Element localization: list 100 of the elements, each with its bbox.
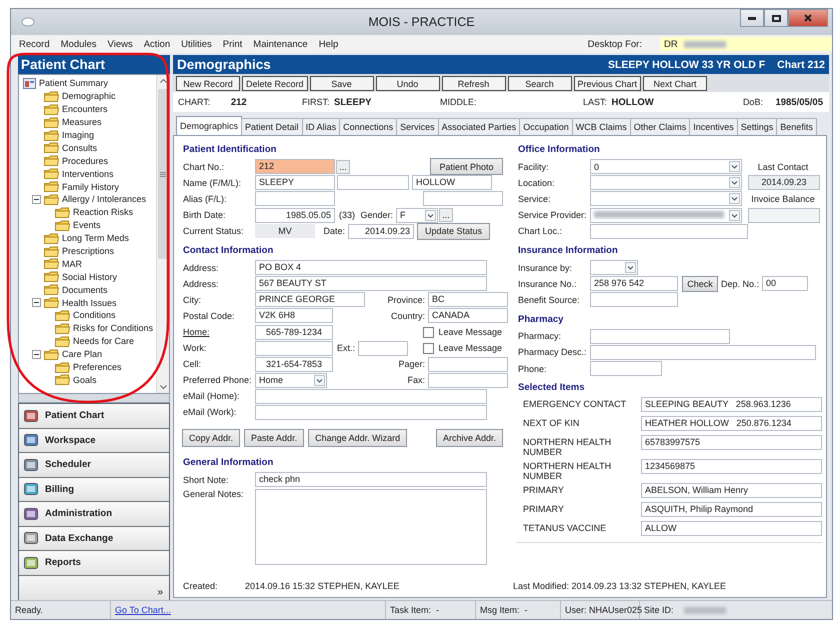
collapse-icon[interactable] bbox=[32, 298, 41, 308]
tree-item[interactable]: Social History bbox=[19, 270, 156, 284]
nav-button[interactable]: Workspace bbox=[19, 428, 169, 453]
text-field[interactable] bbox=[428, 356, 508, 372]
toolbar-button[interactable]: New Record bbox=[176, 76, 240, 91]
item-value-field[interactable]: 65783997575 bbox=[641, 435, 822, 450]
item-value-field[interactable]: ALLOW bbox=[641, 521, 822, 536]
scroll-down-icon[interactable] bbox=[160, 385, 166, 389]
menu-item[interactable]: Print bbox=[216, 38, 248, 50]
tree-item[interactable]: Reaction Risks bbox=[19, 206, 156, 219]
browse-button[interactable]: ... bbox=[439, 208, 454, 222]
text-field[interactable] bbox=[590, 224, 748, 239]
tree-item[interactable]: Documents bbox=[19, 283, 156, 296]
text-field[interactable]: 212 bbox=[255, 159, 335, 174]
nav-button[interactable]: Reports bbox=[19, 551, 169, 576]
menu-item[interactable]: Views bbox=[102, 38, 138, 50]
toolbar-button[interactable]: Next Chart bbox=[643, 76, 708, 91]
check-button[interactable]: Check bbox=[682, 276, 718, 292]
close-button[interactable] bbox=[788, 9, 828, 27]
item-value-field[interactable]: HEATHER HOLLOW 250.876.1234 bbox=[641, 416, 822, 432]
tree-item[interactable]: MAR bbox=[19, 257, 156, 270]
tree-item[interactable]: Goals bbox=[19, 373, 156, 386]
text-field[interactable]: 567 BEAUTY ST bbox=[255, 276, 487, 292]
tab[interactable]: Associated Parties bbox=[438, 118, 520, 135]
tab[interactable]: Other Claims bbox=[630, 118, 690, 135]
tree-item[interactable]: Care Plan bbox=[19, 348, 156, 361]
tab[interactable]: Incentives bbox=[689, 118, 738, 135]
tab[interactable]: Connections bbox=[339, 118, 398, 135]
text-field[interactable] bbox=[590, 328, 730, 344]
text-field[interactable]: 258 976 542 bbox=[590, 276, 678, 292]
tab[interactable]: Patient Detail bbox=[241, 118, 303, 135]
tree-item[interactable]: Conditions bbox=[19, 309, 156, 322]
text-field[interactable]: CANADA bbox=[428, 308, 508, 324]
tree-item[interactable]: Health Issues bbox=[19, 296, 156, 310]
text-field[interactable] bbox=[590, 344, 816, 360]
address-button[interactable]: Change Addr. Wizard bbox=[308, 429, 408, 448]
text-field[interactable] bbox=[255, 340, 333, 356]
text-field[interactable]: 565-789-1234 bbox=[255, 324, 333, 340]
text-field[interactable] bbox=[423, 191, 503, 206]
toolbar-button[interactable]: Undo bbox=[376, 76, 440, 91]
tree-item[interactable]: Demographic bbox=[19, 90, 156, 103]
menu-item[interactable]: Action bbox=[138, 38, 176, 50]
item-value-field[interactable]: 1234569875 bbox=[641, 459, 822, 474]
tab[interactable]: Occupation bbox=[519, 118, 573, 135]
text-field[interactable]: PRINCE GEORGE bbox=[255, 292, 365, 308]
tab[interactable]: ID Alias bbox=[302, 118, 340, 135]
menu-item[interactable]: Record bbox=[11, 38, 55, 50]
text-field[interactable] bbox=[428, 372, 508, 388]
tab[interactable]: Demographics bbox=[176, 116, 242, 135]
desktop-for-field[interactable]: DR bbox=[660, 37, 832, 51]
text-field[interactable] bbox=[590, 361, 662, 376]
browse-button[interactable]: ... bbox=[336, 160, 350, 174]
address-button[interactable]: Paste Addr. bbox=[244, 429, 304, 448]
menu-item[interactable]: Maintenance bbox=[247, 38, 313, 50]
tree-item[interactable]: Allergy / Intolerances bbox=[19, 193, 156, 206]
text-field[interactable] bbox=[255, 191, 335, 206]
text-field[interactable]: 321-654-7853 bbox=[255, 356, 333, 372]
text-field[interactable] bbox=[590, 292, 678, 308]
text-field[interactable]: 00 bbox=[762, 276, 808, 292]
menu-item[interactable]: Utilities bbox=[175, 38, 217, 50]
text-field[interactable]: V2K 6H8 bbox=[255, 308, 333, 324]
text-field[interactable] bbox=[255, 388, 487, 404]
leave-message-checkbox[interactable]: Leave Message bbox=[423, 342, 502, 354]
text-field[interactable] bbox=[358, 340, 408, 356]
toolbar-button[interactable]: Save bbox=[310, 76, 374, 91]
item-value-field[interactable]: ASQUITH, Philip Raymond bbox=[641, 502, 822, 518]
collapse-icon[interactable] bbox=[32, 350, 41, 359]
text-field[interactable]: PO BOX 4 bbox=[255, 260, 487, 276]
tree-item[interactable]: Events bbox=[19, 218, 156, 232]
tree-item[interactable]: Risks for Conditions bbox=[19, 322, 156, 335]
nav-button[interactable]: Scheduler bbox=[19, 453, 169, 478]
toolbar-button[interactable]: Delete Record bbox=[242, 76, 308, 91]
maximize-button[interactable] bbox=[764, 9, 788, 27]
item-value-field[interactable]: SLEEPING BEAUTY 258.963.1236 bbox=[641, 397, 822, 412]
toolbar-button[interactable]: Refresh bbox=[442, 76, 506, 91]
home-phone-link[interactable]: Home: bbox=[181, 327, 255, 337]
toolbar-button[interactable]: Search bbox=[508, 76, 572, 91]
tab[interactable]: WCB Claims bbox=[572, 118, 631, 135]
text-field[interactable]: SLEEPY bbox=[255, 175, 335, 190]
minimize-button[interactable] bbox=[740, 9, 764, 27]
tree-item[interactable]: Procedures bbox=[19, 154, 156, 168]
address-button[interactable]: Archive Addr. bbox=[436, 429, 503, 448]
go-to-chart-link[interactable]: Go To Chart... bbox=[111, 601, 386, 619]
tree-item[interactable]: Family History bbox=[19, 180, 156, 194]
dropdown[interactable] bbox=[590, 260, 638, 276]
tree-item[interactable]: Encounters bbox=[19, 102, 156, 116]
notes-field[interactable] bbox=[255, 488, 487, 565]
menu-item[interactable]: Help bbox=[312, 38, 344, 50]
nav-button[interactable]: Patient Chart bbox=[19, 404, 169, 428]
tree-item[interactable]: Preferences bbox=[19, 360, 156, 374]
tree-item[interactable]: Patient Summary bbox=[19, 77, 156, 90]
collapse-icon[interactable] bbox=[32, 194, 41, 204]
grip-icon[interactable] bbox=[160, 172, 166, 176]
text-field[interactable]: 1985.05.05 bbox=[255, 208, 335, 223]
nav-button[interactable]: Data Exchange bbox=[19, 526, 169, 551]
leave-message-checkbox[interactable]: Leave Message bbox=[423, 326, 502, 338]
tree-item[interactable]: Needs for Care bbox=[19, 334, 156, 348]
patient-photo-button[interactable]: Patient Photo bbox=[430, 158, 503, 176]
tree-item[interactable]: Prescriptions bbox=[19, 244, 156, 258]
dropdown[interactable]: 0 bbox=[590, 159, 742, 174]
